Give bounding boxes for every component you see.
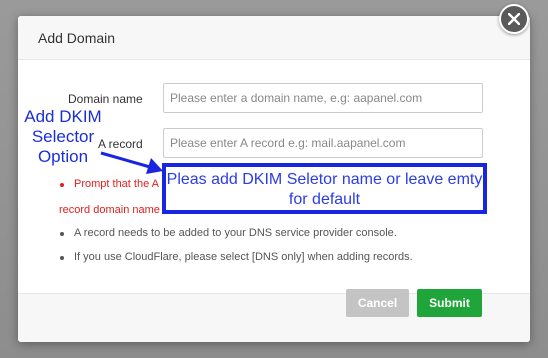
dkim-selector-callout-box: Pleas add DKIM Seletor name or leave emt… [162,163,487,214]
